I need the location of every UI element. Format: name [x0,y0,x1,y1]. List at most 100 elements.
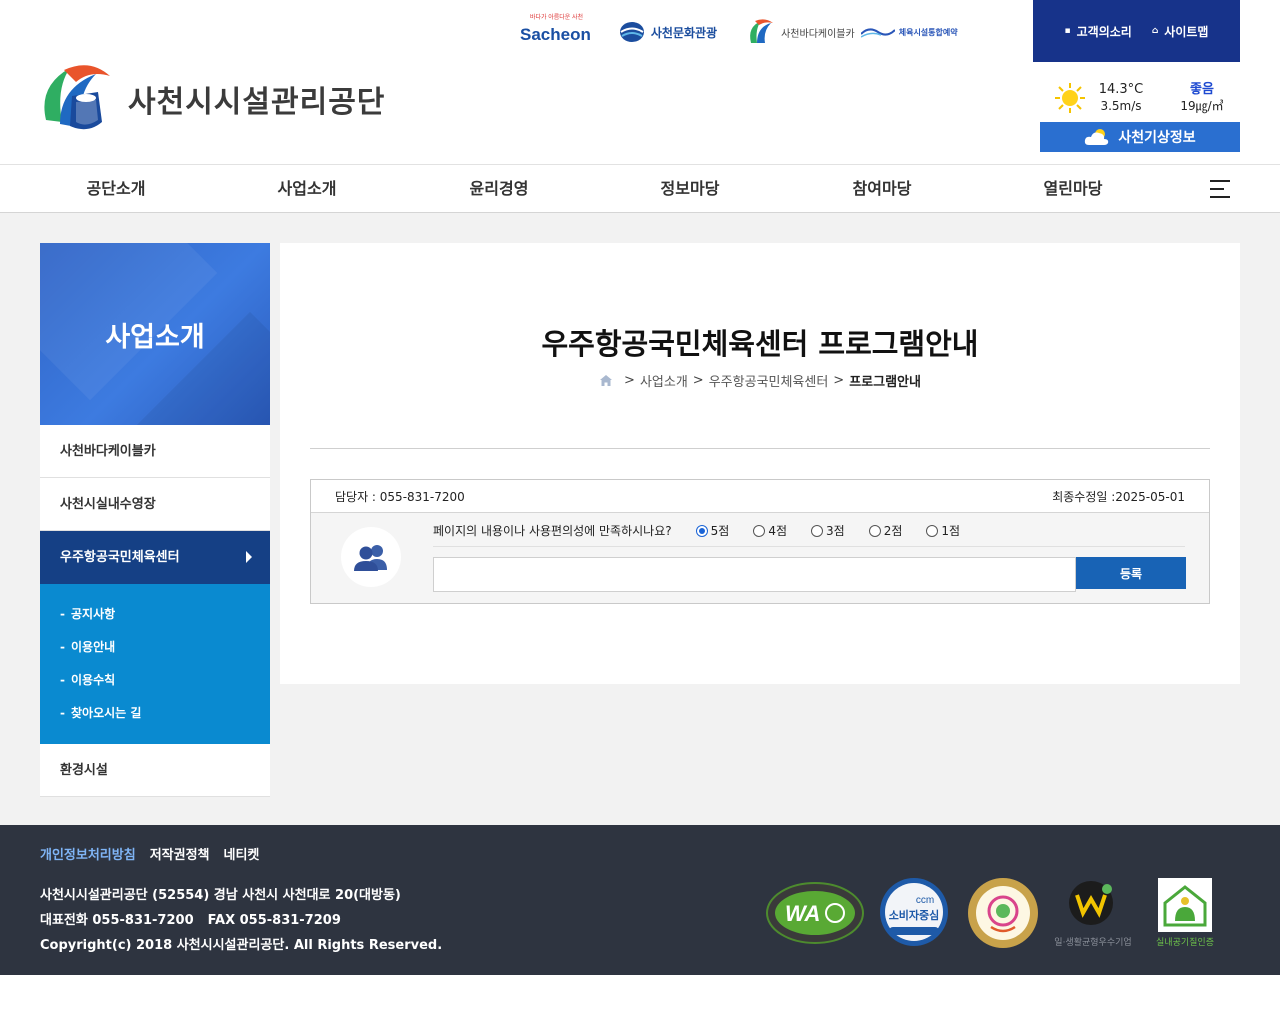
lnb-sub-rules[interactable]: - 이용수칙 [40,664,270,697]
cablecar-link[interactable]: 사천바다케이블카 [745,14,855,50]
avatar [341,527,401,587]
rating-option-3[interactable]: 3점 [811,522,845,539]
caret-right-icon [246,551,252,563]
lnb-sub-directions-label: 찾아오시는 길 [70,706,142,720]
gnb-item-participation[interactable]: 참여마당 [807,165,957,212]
users-icon [354,545,387,571]
opinion-input[interactable] [433,557,1076,592]
radio-icon[interactable] [926,524,939,537]
submit-button[interactable]: 등록 [1076,557,1186,589]
weather-info-button[interactable]: 사천기상정보 [1040,122,1240,152]
lnb-item-cablecar[interactable]: 사천바다케이블카 [40,425,270,478]
culture-tourism-link[interactable]: 사천문화관광 [619,14,717,50]
gnb-item-ethics[interactable]: 윤리경영 [424,165,574,212]
air-quality-house-icon [1158,878,1212,932]
culture-logo-icon [619,22,644,42]
rating-option-label: 3점 [826,524,845,538]
dash-icon: - [60,607,65,621]
cablecar-label: 사천바다케이블카 [781,28,855,40]
copyright-policy-link[interactable]: 저작권정책 [150,844,210,863]
privacy-policy-link[interactable]: 개인정보처리방침 [40,844,136,863]
worklife-label: 일·생활균형우수기업 [1054,938,1132,948]
breadcrumb-separator: > [833,373,845,388]
site-logo[interactable]: 사천시시설관리공단 [40,62,385,136]
dash-icon: - [60,640,65,654]
side-nav-title: 사업소개 [105,321,205,353]
lnb-item-environment[interactable]: 환경시설 [40,744,270,797]
partner-links: 바다가 아름다운 사천 Sacheon 사천문화관광 사천바다케이블카 체육시설… [520,14,986,50]
lnb-sub-notice-label: 공지사항 [70,607,116,621]
footer-fax: FAX 055-831-7209 [207,913,341,928]
wa-cert: WA [765,877,865,951]
footer-links: 개인정보처리방침 저작권정책 네티켓 [40,844,273,863]
cloud-icon [1085,129,1109,145]
footer-contact: 대표전화 055-831-7200 FAX 055-831-7209 [40,908,442,933]
radio-checked-icon[interactable] [695,524,708,537]
temperature: 14.3°C [1098,82,1144,97]
lnb-sub-rules-label: 이용수칙 [70,673,116,687]
sacheon-brand-link[interactable]: 바다가 아름다운 사천 Sacheon [520,14,591,50]
side-navigation: 사업소개 사천바다케이블카 사천시실내수영장 우주항공국민체육센터 - 공지사항 … [40,243,270,797]
rating-option-2[interactable]: 2점 [868,522,902,539]
sitemap-link[interactable]: ⌂ 사이트맵 [1152,23,1209,40]
customer-voice-label: 고객의소리 [1076,24,1132,39]
main-navigation: 공단소개 사업소개 윤리경영 정보마당 참여마당 열린마당 [0,164,1280,213]
main-content: 우주항공국민체육센터 프로그램안내 > 사업소개 > 우주항공국민체육센터 > … [280,243,1240,684]
sports-reservation-label: 체육시설통합예약 [898,27,958,37]
lnb-sub-notice[interactable]: - 공지사항 [40,598,270,631]
breadcrumb-level1[interactable]: 사업소개 [640,371,688,390]
radio-icon[interactable] [811,524,823,537]
site-footer: 개인정보처리방침 저작권정책 네티켓 사천시시설관리공단 (52554) 경남 … [0,825,1280,975]
breadcrumb-separator: > [692,373,704,388]
ccm-label: 소비자중심 [889,908,940,922]
worklife-icon [1069,881,1113,925]
side-nav-header: 사업소개 [40,243,270,425]
wa-text: WA [785,901,820,926]
cablecar-logo-icon [750,19,774,43]
air-quality-label: 실내공기질인증 [1156,938,1214,948]
site-header: 바다가 아름다운 사천 Sacheon 사천문화관광 사천바다케이블카 체육시설… [0,0,1280,164]
dash-icon: - [60,706,65,720]
radio-icon[interactable] [753,524,766,537]
rating-option-label: 1점 [941,524,961,538]
sacheon-tagline: 바다가 아름다운 사천 [530,15,584,21]
utility-box: ▪ 고객의소리 ⌂ 사이트맵 [1033,0,1240,62]
rating-option-5[interactable]: 5점 [695,522,729,539]
rating-option-1[interactable]: 1점 [926,522,960,539]
certification-marks: WA ccm 소비자중심 일·생활균형우수기업 실내공기질인증 [765,877,1225,951]
gnb-item-open[interactable]: 열린마당 [998,165,1148,212]
air-quality-value: 19㎍/㎥ [1180,99,1224,113]
gnb-item-business[interactable]: 사업소개 [232,165,382,212]
home-icon[interactable] [599,374,613,387]
dash-icon: - [60,673,65,687]
radio-icon[interactable] [868,524,881,537]
netiquette-link[interactable]: 네티켓 [224,844,260,863]
satisfaction-survey: 담당자 : 055-831-7200 최종수정일 :2025-05-01 페이지… [310,479,1210,604]
sun-icon [1055,83,1085,113]
air-quality-grade: 좋음 [1190,82,1214,97]
lnb-sub-directions[interactable]: - 찾아오시는 길 [40,697,270,730]
survey-body: 페이지의 내용이나 사용편의성에 만족하시나요? 5점 4점 3점 2점 1점 … [311,513,1209,603]
rating-option-4[interactable]: 4점 [753,522,787,539]
lnb-item-swimming-pool[interactable]: 사천시실내수영장 [40,478,270,531]
sports-reservation-link[interactable]: 체육시설통합예약 [860,14,958,50]
voice-icon: ▪ [1064,26,1071,36]
ccm-cert: ccm 소비자중심 [879,877,949,947]
question-divider [433,546,1185,547]
gnb-item-info[interactable]: 정보마당 [615,165,765,212]
breadcrumb: > 사업소개 > 우주항공국민체육센터 > 프로그램안내 [280,371,1240,390]
lnb-sub-usage-guide-label: 이용안내 [70,640,116,654]
sitemap-label: 사이트맵 [1164,24,1209,39]
ccm-icon: ccm 소비자중심 [880,878,948,946]
lnb-sub-usage-guide[interactable]: - 이용안내 [40,631,270,664]
corporation-logo-icon [44,65,110,130]
satisfaction-question: 페이지의 내용이나 사용편의성에 만족하시나요? 5점 4점 3점 2점 1점 [433,522,984,539]
worklife-cert: 일·생활균형우수기업 [1053,877,1133,948]
title-divider [310,448,1210,449]
rating-option-label: 4점 [768,524,787,538]
menu-icon[interactable] [1210,180,1230,198]
gnb-item-about[interactable]: 공단소개 [41,165,191,212]
customer-voice-link[interactable]: ▪ 고객의소리 [1065,23,1132,40]
breadcrumb-level2[interactable]: 우주항공국민체육센터 [709,371,829,390]
lnb-item-sports-center[interactable]: 우주항공국민체육센터 [40,531,270,584]
